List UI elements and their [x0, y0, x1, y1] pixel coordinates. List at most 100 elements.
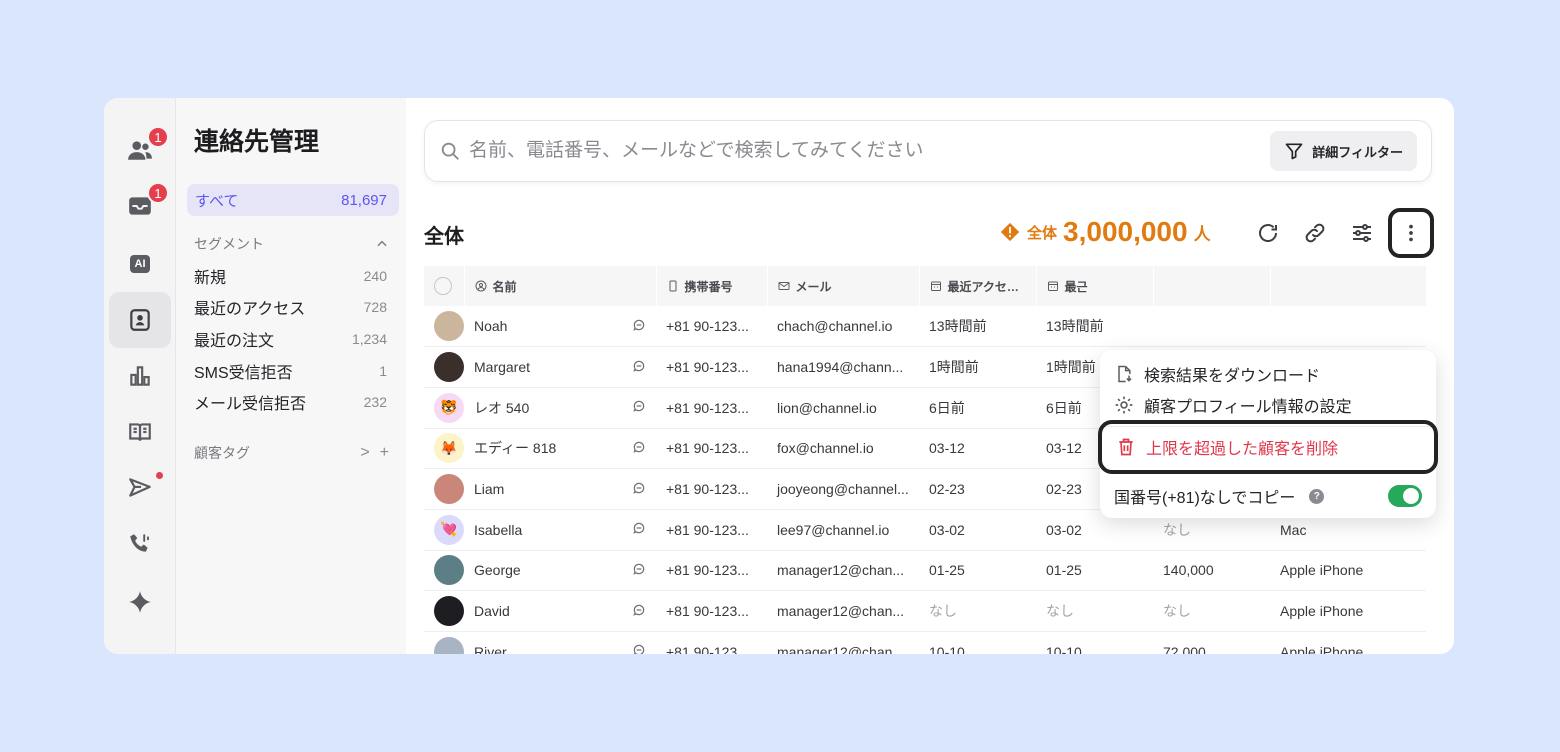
contact-card-icon	[130, 309, 150, 331]
rail-item-ai[interactable]: AI	[109, 236, 171, 292]
contact-name[interactable]: エディー 818	[474, 438, 556, 458]
segment-item-label: 最近の注文	[194, 332, 275, 350]
select-all-checkbox[interactable]	[434, 277, 452, 295]
column-settings-button[interactable]	[1347, 218, 1377, 248]
contact-name[interactable]: Isabella	[474, 522, 522, 538]
avatar-cell: 🐯	[424, 387, 464, 429]
segment-item[interactable]: メール受信拒否 232	[194, 386, 387, 418]
name-cell: Liam	[464, 468, 656, 510]
total-label: 全体	[1027, 224, 1058, 242]
menu-item-label: 顧客プロフィール情報の設定	[1144, 399, 1352, 416]
phone-cell: +81 90-123...	[656, 428, 767, 470]
tag-expand-button[interactable]: >	[360, 444, 369, 462]
chat-icon[interactable]	[632, 318, 646, 335]
more-options-menu: 検索結果をダウンロード 顧客プロフィール情報の設定 上限を超過した顧客を削除 国…	[1098, 350, 1438, 518]
chat-icon[interactable]	[632, 399, 646, 416]
amount-cell: 140,000	[1153, 550, 1270, 592]
bar-chart-icon	[130, 366, 150, 386]
mobile-icon	[669, 280, 676, 292]
table-row[interactable]: River +81 90-123... manager12@chan... 10-10…	[424, 631, 1426, 654]
avatar-cell	[424, 631, 464, 654]
recent-cell: 10-10	[1036, 631, 1153, 654]
last-access-cell: 13時間前	[919, 306, 1036, 348]
segment-all-label: すべて	[195, 192, 239, 210]
rail-item-statistics[interactable]	[109, 348, 171, 404]
table-row[interactable]: David +81 90-123... manager12@chan... なし なしな…	[424, 590, 1426, 632]
segment-item-count: 232	[363, 394, 387, 411]
phone-cell: +81 90-123...	[656, 509, 767, 551]
contact-name[interactable]: Liam	[474, 481, 504, 497]
contact-name[interactable]: レオ 540	[474, 398, 529, 418]
copy-option-label-wrap: 国番号(+81)なしでコピー ?	[1114, 484, 1325, 508]
rail-item-calls[interactable]	[109, 516, 171, 572]
chat-icon[interactable]	[632, 521, 646, 538]
chat-icon[interactable]	[632, 359, 646, 376]
last-access-cell: 02-23	[919, 468, 1036, 510]
chat-icon[interactable]	[632, 562, 646, 579]
menu-item-delete-over-limit[interactable]: 上限を超過した顧客を削除	[1098, 420, 1438, 474]
segment-section-header[interactable]: セグメント	[194, 234, 389, 254]
column-header-recent[interactable]: 最근	[1036, 266, 1154, 306]
advanced-filter-button[interactable]: 詳細フィルター	[1270, 131, 1417, 171]
column-header-email[interactable]: メール	[767, 266, 920, 306]
menu-item-label: 国番号(+81)なしでコピー	[1114, 490, 1296, 507]
last-access-cell: 01-25	[919, 550, 1036, 592]
contact-name[interactable]: River	[474, 644, 507, 654]
rail-item-sparkle[interactable]	[109, 574, 171, 630]
column-header-amount[interactable]	[1153, 266, 1271, 306]
segment-item[interactable]: 最近の注文 1,234	[194, 323, 387, 355]
menu-item-profile-settings[interactable]: 顧客プロフィール情報の設定	[1114, 393, 1352, 417]
chat-icon[interactable]	[632, 440, 646, 457]
contact-name[interactable]: George	[474, 562, 521, 578]
phone-cell: +81 90-123...	[656, 590, 767, 632]
avatar-cell: 💘	[424, 509, 464, 551]
segment-item[interactable]: 最近のアクセス 728	[194, 292, 387, 324]
total-count: 全体 3,000,000 人	[999, 216, 1211, 248]
filter-icon	[1285, 143, 1303, 160]
chat-icon[interactable]	[632, 481, 646, 498]
help-icon[interactable]: ?	[1309, 488, 1325, 504]
copy-link-button[interactable]	[1300, 218, 1330, 248]
contact-name[interactable]: Margaret	[474, 359, 530, 375]
table-row[interactable]: Noah +81 90-123... chach@channel.io 13時間前 13…	[424, 306, 1426, 348]
phone-cell: +81 90-123...	[656, 468, 767, 510]
avatar	[434, 352, 464, 383]
column-header-phone[interactable]: 携帯番号	[656, 266, 768, 306]
segment-list: 新規 240 最近のアクセス 728 最近の注文 1,234 SMS受信拒否 1 メール…	[194, 260, 387, 418]
email-cell: fox@channel.io	[767, 428, 919, 470]
avatar: 💘	[434, 514, 464, 545]
segment-item[interactable]: 新規 240	[194, 260, 387, 292]
contact-name[interactable]: David	[474, 603, 510, 619]
more-options-button[interactable]	[1388, 208, 1434, 258]
refresh-button[interactable]	[1253, 218, 1283, 248]
page-title: 連絡先管理	[194, 128, 320, 156]
customer-tag-header: 顧客タグ > +	[194, 443, 389, 463]
chat-icon[interactable]	[632, 603, 646, 620]
rail-item-docs[interactable]	[109, 404, 171, 460]
avatar: 🐯	[434, 392, 464, 423]
contact-name[interactable]: Noah	[474, 318, 507, 334]
table-row[interactable]: George +81 90-123... manager12@chan... 01-2…	[424, 550, 1426, 592]
copy-without-code-toggle[interactable]	[1388, 485, 1422, 507]
segment-all[interactable]: すべて 81,697	[187, 184, 399, 216]
rail-item-campaign[interactable]	[109, 460, 171, 516]
total-value: 3,000,000	[1063, 216, 1188, 247]
email-cell: lee97@channel.io	[767, 509, 919, 551]
tag-add-button[interactable]: +	[380, 444, 389, 462]
column-header-last-access[interactable]: 最近アクセ…	[919, 266, 1037, 306]
rail-item-inbox[interactable]: 1	[109, 178, 171, 234]
search-input[interactable]	[469, 140, 1271, 162]
rail-item-users[interactable]: 1	[109, 122, 171, 178]
menu-item-download[interactable]: 検索結果をダウンロード	[1114, 362, 1320, 386]
book-icon	[129, 423, 151, 441]
segment-item[interactable]: SMS受信拒否 1	[194, 355, 387, 387]
column-header-label: 名前	[492, 279, 517, 294]
rail-item-contacts[interactable]	[109, 292, 171, 348]
column-header-device[interactable]	[1270, 266, 1426, 306]
column-header-name[interactable]: 名前	[464, 266, 657, 306]
menu-item-copy-without-country-code: 国番号(+81)なしでコピー ?	[1114, 484, 1422, 508]
table-header-row: 名前 携帯番号 メール 最近アクセ… 最근	[424, 266, 1426, 306]
last-access-cell: 1時間前	[919, 346, 1036, 388]
chat-icon[interactable]	[632, 643, 646, 654]
column-header-label: 最近アクセ…	[947, 279, 1019, 294]
